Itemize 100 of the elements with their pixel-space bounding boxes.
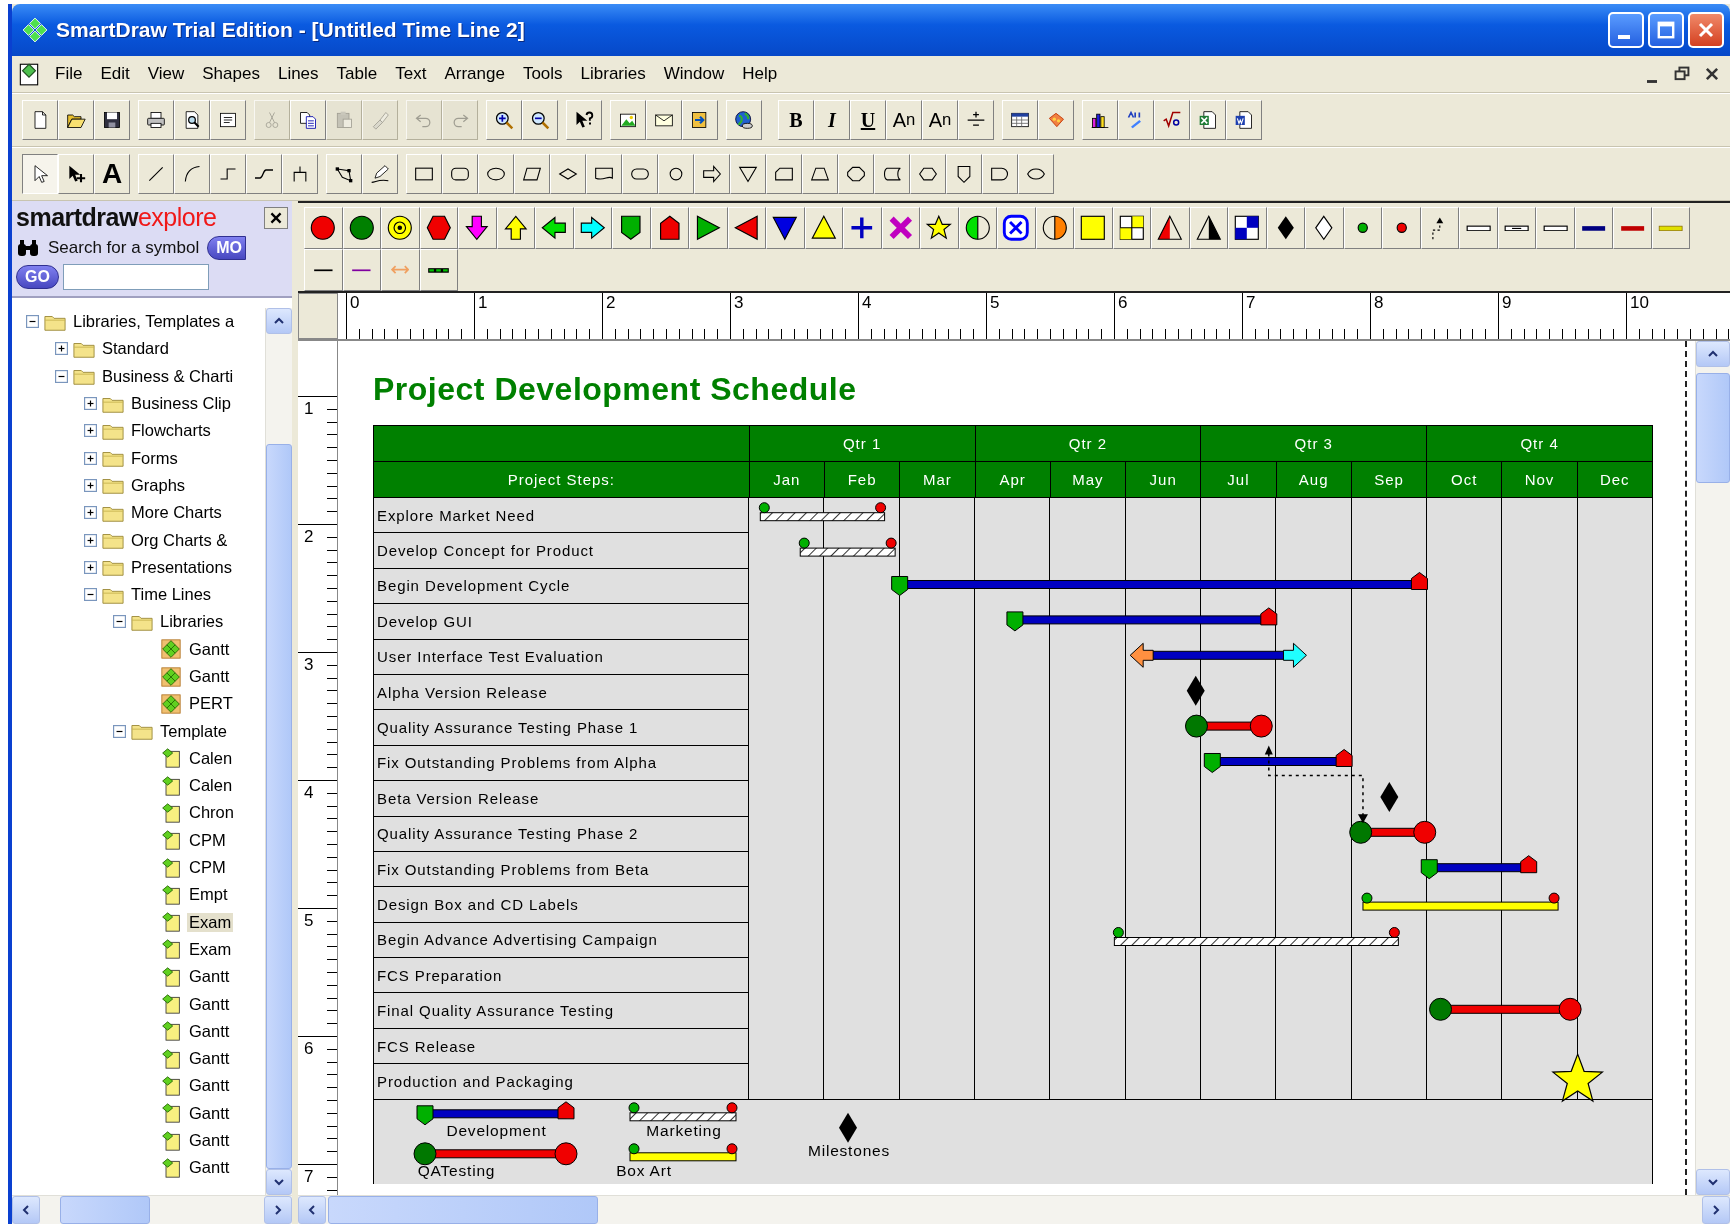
step-label: Begin Advance Advertising Campaign [374, 922, 749, 959]
format-button[interactable]: I [814, 100, 850, 140]
ruler-number: 4 [861, 293, 872, 312]
text-tool-button[interactable]: A [94, 154, 130, 194]
tree-item[interactable]: Business & Charti [100, 366, 236, 386]
quarter-heading: Qtr 3 [1200, 426, 1427, 461]
step-label: Begin Development Cycle [374, 568, 749, 605]
ruler-number: 1 [303, 398, 315, 420]
menu-item[interactable]: Arrange [435, 62, 514, 86]
tree-item[interactable]: PERT [187, 694, 235, 714]
tree-item[interactable]: Gantt [187, 639, 232, 659]
month-heading: Oct [1426, 462, 1502, 497]
quarter-heading: Qtr 1 [748, 426, 975, 461]
month-heading: Mar [899, 462, 975, 497]
step-label: Final Quality Assurance Testing [374, 993, 749, 1029]
tree-item[interactable]: Standard [100, 339, 171, 359]
ruler-number: 4 [303, 782, 315, 804]
menu-item[interactable]: Shapes [193, 62, 269, 86]
tree-item[interactable]: Graphs [129, 475, 188, 495]
step-label: Develop Concept for Product [374, 533, 749, 569]
go-button[interactable]: GO [16, 265, 59, 289]
menu-item[interactable]: Text [386, 62, 436, 86]
tree-item[interactable]: Gantt [187, 1076, 232, 1096]
step-label: Quality Assurance Testing Phase 2 [374, 816, 749, 852]
step-label: Fix Outstanding Problems from Beta [374, 851, 749, 888]
step-label: Production and Packaging [374, 1064, 749, 1100]
ruler-number: 7 [1245, 293, 1256, 312]
menu-item[interactable]: Lines [268, 62, 328, 86]
month-heading: Nov [1501, 462, 1577, 497]
tree-item[interactable]: Gantt [187, 1131, 232, 1151]
format-button[interactable]: U [850, 100, 886, 140]
window-title: SmartDraw Trial Edition - [Untitled Time Line 2] [56, 18, 525, 42]
month-heading: Sep [1350, 462, 1427, 497]
ruler-number: 3 [733, 293, 744, 312]
tree-item[interactable]: Gantt [187, 967, 232, 987]
tree-item[interactable]: Empt [187, 885, 230, 905]
tree-item[interactable]: Exam [187, 912, 234, 932]
ruler-number: 7 [303, 1166, 315, 1188]
menu-item[interactable]: Window [654, 62, 734, 86]
month-heading: Jun [1125, 462, 1201, 497]
month-heading: Jul [1200, 462, 1276, 497]
more-button[interactable]: MO [207, 236, 246, 260]
ruler-number: 8 [1373, 293, 1384, 312]
step-label: Design Box and CD Labels [374, 887, 749, 923]
tree-item[interactable]: Flowcharts [129, 421, 213, 441]
step-label: User Interface Test Evaluation [374, 639, 749, 675]
tree-item[interactable]: Gantt [187, 1049, 232, 1069]
menu-item[interactable]: Edit [91, 62, 139, 86]
month-heading: May [1049, 462, 1126, 497]
tree-item[interactable]: Presentations [129, 557, 234, 577]
menu-item[interactable]: Table [327, 62, 387, 86]
step-label: FCS Release [374, 1028, 749, 1065]
month-heading: Apr [974, 462, 1050, 497]
ruler-number: 5 [303, 910, 315, 932]
month-heading: Jan [748, 462, 824, 497]
menu-item[interactable]: View [138, 62, 194, 86]
tree-item[interactable]: Exam [187, 939, 234, 959]
menu-item[interactable]: Tools [513, 62, 572, 86]
tree-item[interactable]: Gantt [187, 1021, 232, 1041]
quarter-heading: Qtr 4 [1426, 426, 1652, 461]
tree-item[interactable]: CPM [187, 858, 228, 878]
tree-item[interactable]: Chron [187, 803, 236, 823]
tree-item[interactable]: Gantt [187, 994, 232, 1014]
tree-item[interactable]: Business Clip [129, 394, 233, 414]
tree-item[interactable]: Time Lines [129, 585, 214, 605]
step-label: Beta Version Release [374, 781, 749, 817]
ruler-number: 10 [1629, 293, 1649, 312]
tree-item[interactable]: Org Charts & [129, 530, 230, 550]
menu-item[interactable]: Help [733, 62, 787, 86]
menu-item[interactable]: Libraries [571, 62, 655, 86]
quarter-heading: Qtr 2 [974, 426, 1201, 461]
tree-item[interactable]: Template [158, 721, 229, 741]
tree-item[interactable]: Gantt [187, 667, 232, 686]
format-button[interactable]: B [778, 100, 814, 140]
tree-item[interactable]: Calen [187, 776, 235, 796]
tree-item[interactable]: Calen [187, 748, 235, 768]
step-label: Develop GUI [374, 604, 749, 640]
tree-item[interactable]: More Charts [129, 503, 224, 523]
tree-item[interactable]: CPM [187, 830, 228, 850]
step-label: Explore Market Need [374, 498, 749, 534]
month-heading: Feb [824, 462, 900, 497]
legend-label: Milestones [807, 1141, 891, 1160]
step-label: Alpha Version Release [374, 674, 749, 711]
step-label: FCS Preparation [374, 958, 749, 994]
explorer-logo: smartdrawexplore [16, 203, 217, 232]
legend-label: Box Art [616, 1161, 672, 1180]
legend-label: Development [446, 1121, 547, 1140]
tree-item[interactable]: Gantt [187, 1103, 232, 1123]
step-label: Quality Assurance Testing Phase 1 [374, 710, 749, 746]
tree-item[interactable]: Gantt [187, 1158, 232, 1178]
legend-label: QATesting [417, 1161, 496, 1180]
menu-item[interactable]: File [46, 62, 92, 86]
ruler-number: 3 [303, 654, 315, 676]
ruler-number: 5 [989, 293, 1000, 312]
ruler-number: 6 [1117, 293, 1128, 312]
tree-item[interactable]: Libraries, Templates a [71, 312, 237, 332]
ruler-number: 1 [477, 293, 488, 312]
tree-item[interactable]: Libraries [158, 612, 226, 632]
tree-item[interactable]: Forms [129, 448, 180, 468]
legend-label: Marketing [646, 1121, 722, 1140]
